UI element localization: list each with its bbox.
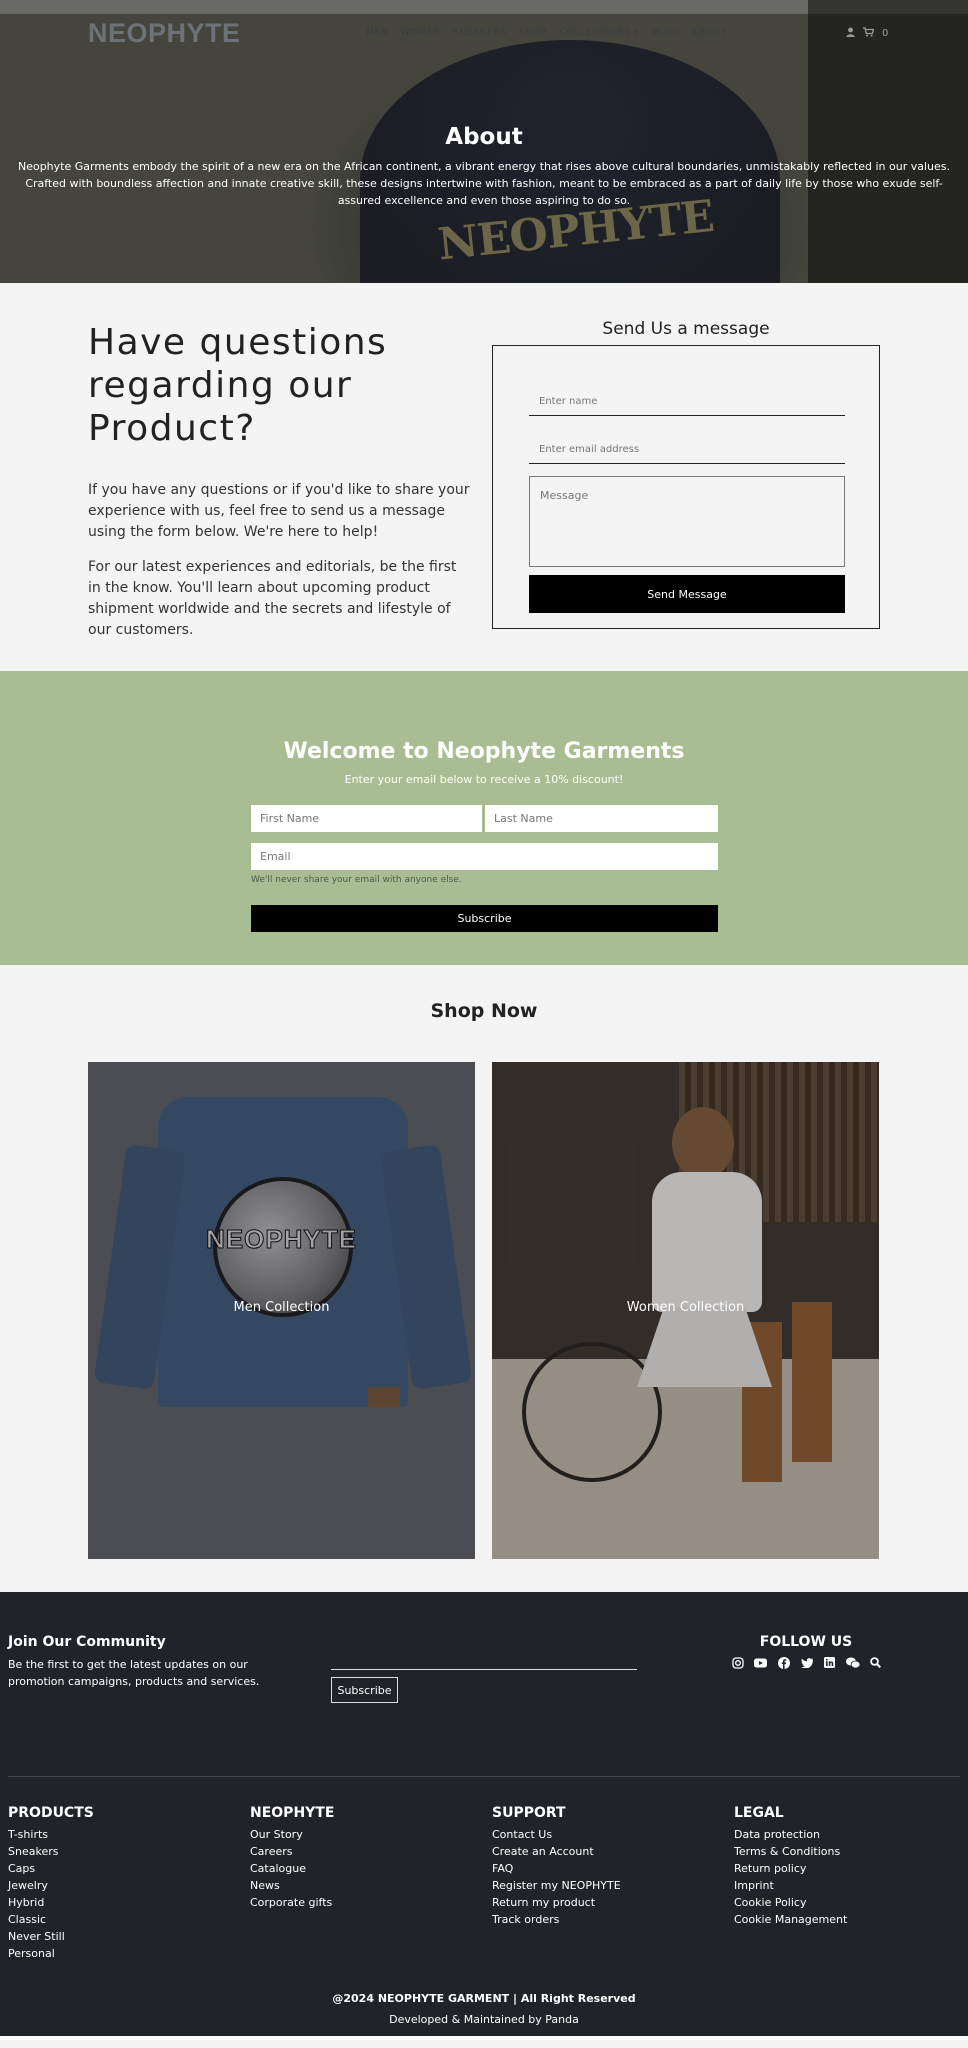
footer-link[interactable]: Catalogue [250, 1860, 480, 1877]
message-textarea[interactable] [529, 476, 845, 567]
nav-link-about[interactable]: ABOUT [692, 28, 727, 38]
nav-link-women[interactable]: WOMEN [401, 28, 441, 38]
nav-link-collections[interactable]: COLLECTIONS ▾ [559, 28, 640, 38]
contact-intro: Have questions regarding our Product? If… [88, 321, 470, 655]
footer-column-products: PRODUCTS T-shirts Sneakers Caps Jewelry … [8, 1805, 238, 1962]
footer-column-support: SUPPORT Contact Us Create an Account FAQ… [492, 1805, 722, 1928]
footer-column-neophyte: NEOPHYTE Our Story Careers Catalogue New… [250, 1805, 480, 1911]
footer-link[interactable]: Careers [250, 1843, 480, 1860]
shop-title: Shop Now [430, 1000, 538, 1022]
footer: Join Our Community Be the first to get t… [0, 1592, 968, 2040]
newsletter-title: Welcome to Neophyte Garments [283, 739, 685, 764]
newsletter-subscribe-button[interactable]: Subscribe [251, 905, 718, 932]
footer-link[interactable]: Track orders [492, 1911, 722, 1928]
youtube-icon[interactable] [753, 1655, 768, 1670]
twitter-icon[interactable] [799, 1655, 814, 1670]
social-icons [730, 1655, 883, 1670]
contact-paragraph-2: For our latest experiences and editorial… [88, 559, 457, 638]
nav-link-shop[interactable]: SHOP [519, 28, 547, 38]
join-community-title: Join Our Community [8, 1634, 166, 1650]
footer-link[interactable]: Terms & Conditions [734, 1843, 964, 1860]
women-collection-card[interactable]: Women Collection [492, 1062, 879, 1559]
footer-link[interactable]: Personal [8, 1945, 238, 1962]
footer-link[interactable]: Cookie Management [734, 1911, 964, 1928]
search-icon[interactable] [868, 1655, 883, 1670]
wechat-icon[interactable] [845, 1655, 860, 1670]
footer-link[interactable]: Imprint [734, 1877, 964, 1894]
newsletter-email-input[interactable] [251, 843, 718, 870]
nav-link-sneakers[interactable]: SNEAKERS [453, 28, 507, 38]
hero-text: Neophyte Garments embody the spirit of a… [17, 160, 951, 207]
send-message-button[interactable]: Send Message [529, 575, 845, 613]
linkedin-icon[interactable] [822, 1655, 837, 1670]
copyright-text: @2024 NEOPHYTE GARMENT | All Right Reser… [332, 1992, 636, 2005]
footer-link[interactable]: Never Still [8, 1928, 238, 1945]
developer-credit: Developed & Maintained by Panda [389, 2013, 579, 2026]
navbar: NEOPHYTE MEN WOMEN SNEAKERS SHOP COLLECT… [0, 14, 968, 54]
contact-section: Have questions regarding our Product? If… [0, 283, 968, 671]
last-name-input[interactable] [485, 805, 718, 832]
contact-form: Send Message [492, 345, 880, 629]
footer-link[interactable]: Hybrid [8, 1894, 238, 1911]
hero-title: About [445, 124, 523, 150]
footer-link[interactable]: Our Story [250, 1826, 480, 1843]
brand-logo[interactable]: NEOPHYTE [88, 18, 241, 49]
footer-link[interactable]: Data protection [734, 1826, 964, 1843]
footer-column-title: SUPPORT [492, 1805, 566, 1821]
men-collection-card[interactable]: NEOPHYTE Men Collection [88, 1062, 475, 1559]
footer-link[interactable]: Cookie Policy [734, 1894, 964, 1911]
nav-icons: 0 [846, 27, 888, 40]
footer-link[interactable]: T-shirts [8, 1826, 238, 1843]
footer-column-legal: LEGAL Data protection Terms & Conditions… [734, 1805, 964, 1928]
cart-icon[interactable] [863, 27, 875, 40]
instagram-icon[interactable] [730, 1655, 745, 1670]
nav-link-blog[interactable]: BLOG [652, 28, 680, 38]
footer-divider [8, 1776, 960, 1777]
nav-links: MEN WOMEN SNEAKERS SHOP COLLECTIONS ▾ BL… [366, 28, 728, 38]
footer-link[interactable]: News [250, 1877, 480, 1894]
follow-us-title: FOLLOW US [759, 1634, 853, 1650]
community-subscribe-button[interactable]: Subscribe [331, 1677, 398, 1703]
footer-link[interactable]: Register my NEOPHYTE [492, 1877, 722, 1894]
contact-paragraph-1: If you have any questions or if you'd li… [88, 482, 470, 540]
footer-link[interactable]: FAQ [492, 1860, 722, 1877]
men-collection-label[interactable]: Men Collection [88, 1300, 475, 1315]
hero-section: NEOPHYTE NEOPHYTE MEN WOMEN SNEAKERS SHO… [0, 0, 968, 283]
footer-link[interactable]: Contact Us [492, 1826, 722, 1843]
join-community-text: Be the first to get the latest updates o… [8, 1658, 260, 1688]
form-title: Send Us a message [602, 319, 770, 339]
user-icon[interactable] [846, 27, 855, 40]
footer-link[interactable]: Jewelry [8, 1877, 238, 1894]
name-input[interactable] [529, 388, 845, 416]
footer-link[interactable]: Corporate gifts [250, 1894, 480, 1911]
cart-count: 0 [882, 28, 889, 39]
footer-link[interactable]: Caps [8, 1860, 238, 1877]
newsletter-section: Welcome to Neophyte Garments Enter your … [0, 671, 968, 965]
footer-link[interactable]: Create an Account [492, 1843, 722, 1860]
facebook-icon[interactable] [776, 1655, 791, 1670]
email-privacy-note: We'll never share your email with anyone… [251, 875, 462, 885]
shop-section: Shop Now NEOPHYTE Men Collection Women C… [0, 965, 968, 1592]
footer-column-title: NEOPHYTE [250, 1805, 335, 1821]
footer-link[interactable]: Return policy [734, 1860, 964, 1877]
bottom-strip [0, 2036, 968, 2040]
footer-link[interactable]: Return my product [492, 1894, 722, 1911]
contact-heading: Have questions regarding our Product? [88, 322, 388, 449]
footer-column-title: LEGAL [734, 1805, 784, 1821]
community-email-input[interactable] [331, 1652, 637, 1670]
hero-content: About Neophyte Garments embody the spiri… [0, 124, 968, 209]
footer-link[interactable]: Classic [8, 1911, 238, 1928]
footer-column-title: PRODUCTS [8, 1805, 94, 1821]
footer-link[interactable]: Sneakers [8, 1843, 238, 1860]
first-name-input[interactable] [251, 805, 482, 832]
newsletter-subtitle: Enter your email below to receive a 10% … [344, 773, 624, 786]
nav-link-men[interactable]: MEN [366, 28, 389, 38]
email-input[interactable] [529, 436, 845, 464]
women-collection-label[interactable]: Women Collection [492, 1300, 879, 1315]
